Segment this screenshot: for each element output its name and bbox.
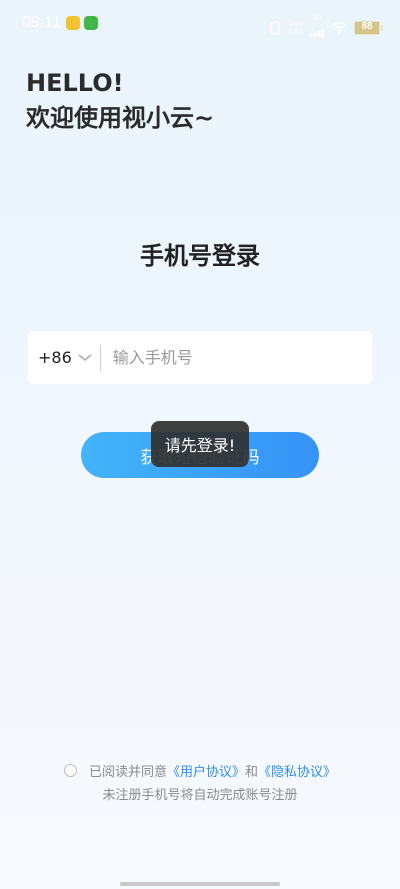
divider: [99, 344, 101, 371]
chevron-down-icon: [78, 353, 92, 361]
battery-icon: 88: [354, 21, 383, 35]
user-agreement-link[interactable]: 《用户协议》: [167, 761, 245, 780]
greeting-hello: HELLO!: [26, 69, 124, 97]
auto-register-note: 未注册手机号将自动完成账号注册: [102, 788, 298, 803]
agree-checkbox[interactable]: [63, 763, 77, 777]
country-code-selector[interactable]: +86: [38, 348, 92, 367]
country-code-label: +86: [38, 348, 72, 367]
agreement-and: 和: [245, 764, 259, 780]
game-notification-icon: [84, 16, 98, 30]
vibrate-icon: [270, 21, 280, 35]
greeting-welcome: 欢迎使用视小云~: [26, 104, 215, 132]
privacy-agreement-link[interactable]: 《隐私协议》: [258, 761, 336, 780]
app-notification-icon: [66, 16, 80, 30]
status-right-group: 283 KB/s 5G 88: [269, 15, 383, 41]
wifi-icon: [331, 22, 347, 34]
status-bar: 09:11 283 KB/s 5G 88: [0, 0, 400, 48]
page-title: 手机号登录: [140, 242, 260, 270]
phone-number-input[interactable]: [110, 347, 372, 368]
status-time: 09:11: [22, 14, 61, 31]
toast-message: 请先登录!: [151, 421, 249, 467]
phone-input-box: +86: [28, 331, 372, 384]
home-indicator[interactable]: [120, 882, 280, 886]
greeting: HELLO! 欢迎使用视小云~: [26, 66, 214, 136]
agreement-line: 已阅读并同意 《用户协议》 和 《隐私协议》: [0, 760, 400, 780]
signal-icon: 5G: [310, 15, 324, 41]
network-speed: 283 KB/s: [288, 21, 303, 35]
agreement-section: 已阅读并同意 《用户协议》 和 《隐私协议》 未注册手机号将自动完成账号注册: [0, 760, 400, 803]
agreement-prefix: 已阅读并同意: [88, 764, 167, 780]
